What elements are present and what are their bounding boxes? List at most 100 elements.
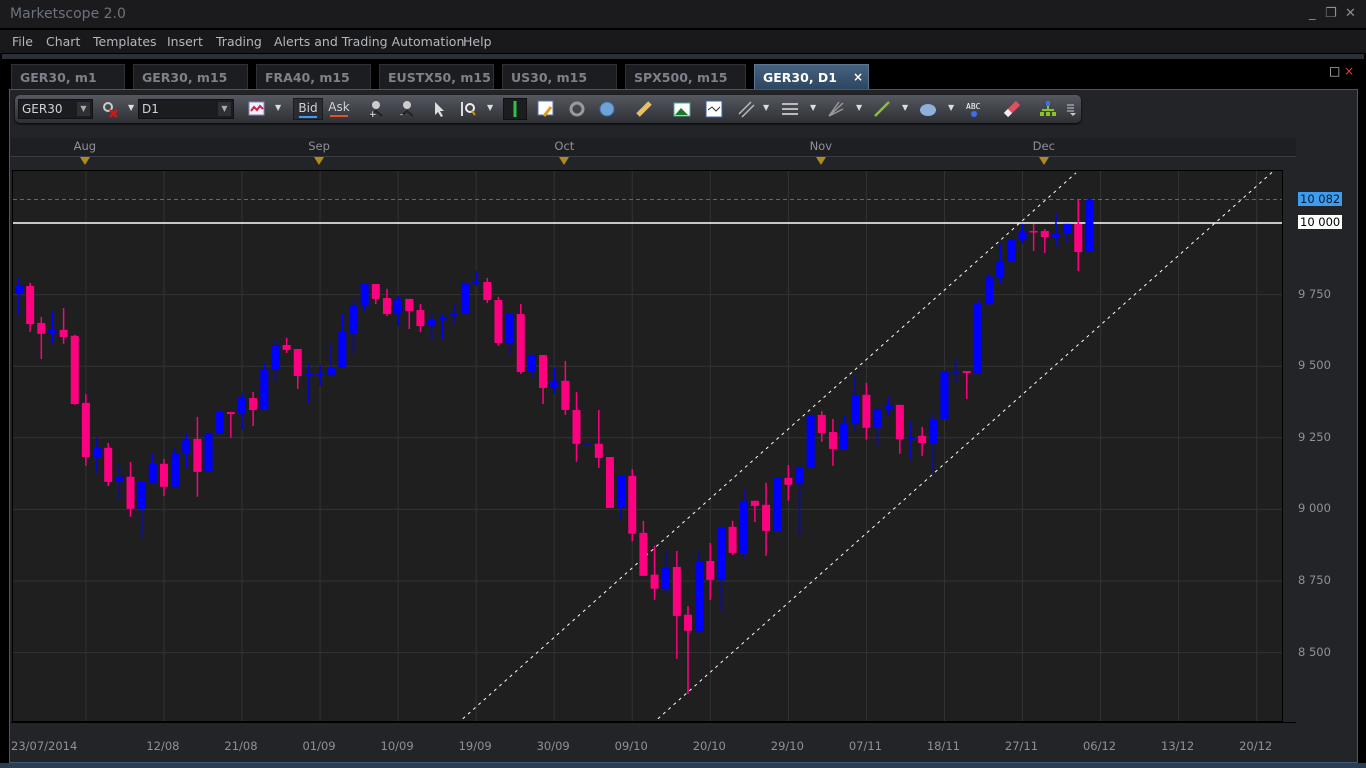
unlink-icon[interactable] bbox=[101, 100, 119, 118]
menu-chart[interactable]: Chart bbox=[46, 34, 80, 49]
close-button[interactable]: ✕ bbox=[1345, 6, 1356, 21]
menu-help[interactable]: Help bbox=[463, 34, 492, 49]
menu-templates[interactable]: Templates bbox=[93, 34, 157, 49]
line-icon[interactable] bbox=[873, 100, 891, 118]
cursor-icon[interactable] bbox=[429, 100, 447, 118]
price-chart-plot[interactable] bbox=[12, 170, 1283, 722]
dropdown-arrow-icon[interactable]: ▼ bbox=[128, 103, 134, 112]
dropdown-arrow-icon[interactable]: ▼ bbox=[856, 103, 862, 112]
candle-down bbox=[561, 380, 570, 411]
chart-window-icon[interactable] bbox=[705, 100, 723, 118]
candle-down bbox=[81, 402, 90, 457]
chart-type-icon[interactable] bbox=[248, 100, 266, 118]
candle-down bbox=[1029, 231, 1038, 233]
month-label: Oct bbox=[554, 139, 575, 153]
menu-alerts[interactable]: Alerts and Trading Automation bbox=[274, 34, 464, 49]
more-icon[interactable] bbox=[1065, 100, 1077, 118]
menu-file[interactable]: File bbox=[12, 34, 33, 49]
candle-up bbox=[996, 261, 1005, 278]
tab-fra40-m15[interactable]: FRA40, m15 bbox=[256, 64, 371, 90]
candle-up bbox=[137, 481, 146, 509]
candle-down bbox=[282, 345, 291, 350]
tab-ger30-m1[interactable]: GER30, m1 bbox=[11, 64, 125, 90]
bottom-scroll-strip[interactable] bbox=[0, 763, 1366, 768]
instrument-select[interactable]: GER30 ▼ bbox=[18, 99, 93, 119]
candle-up bbox=[717, 526, 726, 580]
candle-down bbox=[605, 456, 614, 508]
view-icon[interactable] bbox=[568, 100, 586, 118]
fan-icon[interactable] bbox=[827, 100, 845, 118]
channel-icon[interactable] bbox=[737, 100, 755, 118]
candle-up bbox=[449, 314, 458, 317]
candle-up bbox=[360, 284, 369, 307]
date-tick-label: 09/10 bbox=[614, 739, 648, 753]
candle-up bbox=[527, 355, 536, 372]
trend-channel-line bbox=[462, 172, 1077, 720]
candle-down bbox=[416, 310, 425, 327]
candle-down bbox=[1074, 223, 1083, 252]
add-indicator-icon[interactable]: + bbox=[367, 100, 385, 120]
add-chart-icon[interactable] bbox=[673, 100, 691, 118]
eraser-icon[interactable] bbox=[1003, 100, 1021, 118]
globe-icon[interactable] bbox=[598, 100, 616, 118]
levels-icon[interactable] bbox=[781, 100, 799, 118]
chart-maximize-button[interactable]: □ bbox=[1329, 64, 1340, 78]
candle-down bbox=[762, 504, 771, 531]
chart-close-button[interactable]: × bbox=[1344, 64, 1354, 78]
price-tick-label: 9 250 bbox=[1298, 429, 1331, 444]
month-marker-icon bbox=[314, 157, 325, 165]
tab-us30-m15[interactable]: US30, m15 bbox=[502, 64, 617, 90]
date-tick-label: 23/07/2014 bbox=[11, 739, 78, 753]
shape-icon[interactable] bbox=[919, 100, 937, 118]
ruler-icon[interactable] bbox=[635, 100, 653, 118]
dropdown-arrow-icon[interactable]: ▼ bbox=[810, 103, 816, 112]
candle-up bbox=[973, 304, 982, 374]
candle-up bbox=[617, 475, 626, 508]
candle-up bbox=[427, 318, 436, 327]
candle-down bbox=[728, 526, 737, 553]
ask-button[interactable]: Ask bbox=[324, 98, 354, 120]
properties-icon[interactable] bbox=[537, 100, 555, 118]
tab-ger30-d1[interactable]: GER30, D1 × bbox=[754, 64, 869, 90]
date-tick-label: 20/12 bbox=[1239, 739, 1273, 753]
app-title: Marketscope 2.0 bbox=[10, 6, 126, 22]
tab-close-icon[interactable]: × bbox=[853, 70, 863, 84]
dropdown-arrow-icon[interactable]: ▼ bbox=[948, 103, 954, 112]
timeframe-select[interactable]: D1 ▼ bbox=[138, 99, 234, 119]
candle-down bbox=[684, 614, 692, 631]
tab-ger30-m15[interactable]: GER30, m15 bbox=[133, 64, 248, 90]
tab-spx500-m15[interactable]: SPX500, m15 bbox=[625, 64, 746, 90]
minimize-button[interactable]: _ bbox=[1309, 6, 1316, 21]
price-axis[interactable] bbox=[1283, 170, 1356, 722]
zoom-icon[interactable] bbox=[459, 100, 477, 118]
tab-label: GER30, m1 bbox=[20, 70, 97, 85]
candle-up bbox=[873, 408, 882, 428]
dropdown-arrow-icon[interactable]: ▼ bbox=[763, 103, 769, 112]
candle-down bbox=[817, 414, 826, 433]
tab-label: GER30, D1 bbox=[763, 70, 837, 85]
tab-label: EUSTX50, m15 bbox=[388, 70, 491, 85]
candle-down bbox=[639, 532, 648, 576]
crosshair-icon[interactable] bbox=[503, 98, 527, 120]
month-marker-icon bbox=[559, 157, 570, 165]
date-tick-label: 21/08 bbox=[224, 739, 258, 753]
menu-trading[interactable]: Trading bbox=[216, 34, 262, 49]
bid-button[interactable]: Bid bbox=[293, 98, 323, 120]
candle-up bbox=[907, 436, 915, 439]
tab-eustx50-m15[interactable]: EUSTX50, m15 bbox=[379, 64, 494, 90]
dropdown-arrow-icon[interactable]: ▼ bbox=[487, 103, 493, 112]
remove-indicator-icon[interactable]: - bbox=[398, 100, 416, 120]
candle-up bbox=[327, 367, 336, 375]
menu-insert[interactable]: Insert bbox=[167, 34, 203, 49]
dropdown-arrow-icon[interactable]: ▼ bbox=[275, 103, 281, 112]
date-tick-label: 19/09 bbox=[458, 739, 492, 753]
candle-up bbox=[661, 566, 670, 589]
hierarchy-icon[interactable] bbox=[1039, 100, 1057, 118]
restore-button[interactable]: ❐ bbox=[1325, 6, 1337, 21]
candle-up bbox=[215, 412, 224, 434]
text-icon[interactable]: ABC bbox=[965, 100, 983, 118]
dropdown-arrow-icon[interactable]: ▼ bbox=[902, 103, 908, 112]
candle-down bbox=[70, 335, 79, 405]
candle-down bbox=[59, 329, 68, 337]
month-axis bbox=[11, 138, 1296, 157]
